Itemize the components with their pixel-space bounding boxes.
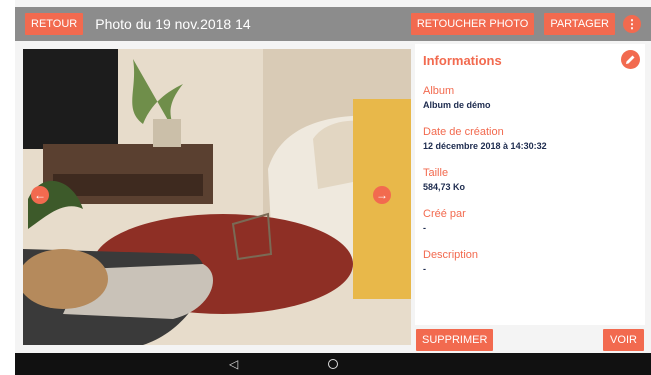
page-title: Photo du 19 nov.2018 14: [95, 16, 251, 32]
size-label: Taille: [423, 167, 449, 179]
info-title: Informations: [423, 53, 502, 68]
album-value: Album de démo: [423, 100, 491, 110]
more-options-icon[interactable]: ⋮: [623, 15, 641, 33]
created-by-value: -: [423, 223, 426, 233]
description-label: Description: [423, 249, 479, 261]
top-app-bar: RETOUR Photo du 19 nov.2018 14 RETOUCHER…: [15, 7, 651, 41]
view-button[interactable]: VOIR: [603, 329, 644, 351]
size-value: 584,73 Ko: [423, 182, 466, 192]
created-by-label: Créé par: [423, 208, 466, 220]
next-photo-icon[interactable]: →: [373, 186, 391, 204]
description-value: -: [423, 264, 426, 274]
system-navigation-bar: ◁: [15, 353, 651, 375]
creation-date-value: 12 décembre 2018 à 14:30:32: [423, 141, 547, 151]
retouch-photo-button[interactable]: RETOUCHER PHOTO: [410, 13, 535, 35]
previous-photo-icon[interactable]: ←: [31, 186, 49, 204]
system-back-icon[interactable]: ◁: [229, 357, 238, 371]
bottom-actions: SUPPRIMER VOIR: [415, 325, 651, 351]
creation-date-label: Date de création: [423, 126, 504, 138]
living-room-photo: [23, 49, 411, 345]
system-home-icon[interactable]: [328, 359, 338, 369]
delete-button[interactable]: SUPPRIMER: [416, 329, 494, 351]
edit-pencil-icon[interactable]: [621, 50, 640, 69]
info-panel: Informations Album Album de démo Date de…: [415, 44, 645, 344]
share-button[interactable]: PARTAGER: [544, 13, 615, 35]
photo-viewer[interactable]: ← →: [23, 49, 411, 345]
back-button[interactable]: RETOUR: [25, 13, 84, 35]
app-screen: RETOUR Photo du 19 nov.2018 14 RETOUCHER…: [15, 0, 651, 375]
album-label: Album: [423, 85, 455, 97]
